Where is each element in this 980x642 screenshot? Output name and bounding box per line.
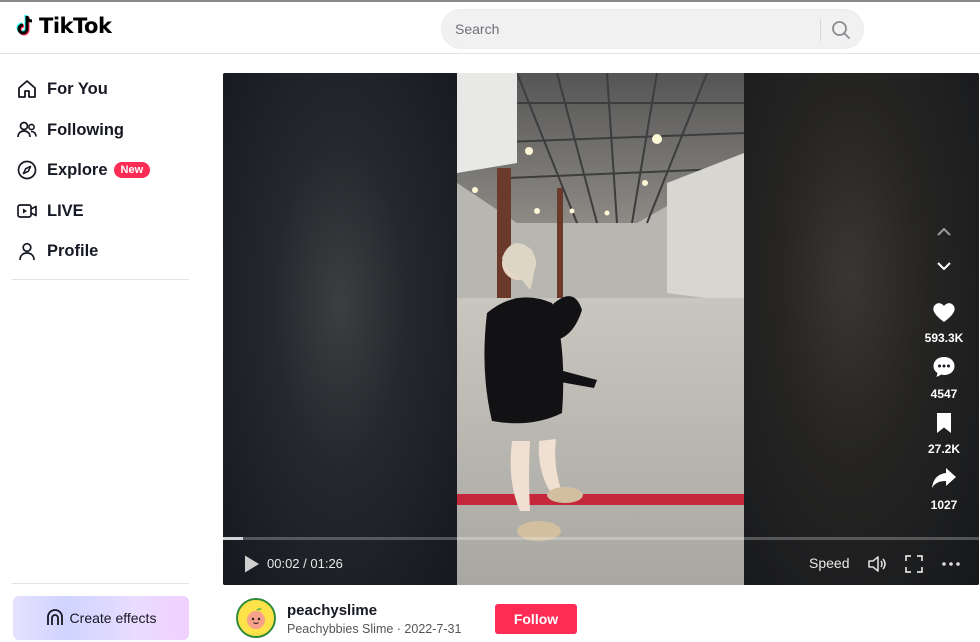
sidebar-divider — [12, 279, 189, 280]
live-icon — [16, 200, 38, 222]
create-effects-label: Create effects — [69, 610, 157, 626]
sidebar-item-label: For You — [47, 79, 108, 98]
more-options-icon[interactable] — [941, 554, 961, 574]
bookmark-icon[interactable] — [934, 411, 954, 435]
sidebar-item-following[interactable]: Following — [16, 116, 124, 144]
sidebar-divider — [12, 583, 189, 584]
sidebar-item-for-you[interactable]: For You — [16, 75, 108, 103]
sidebar: For You Following Explore New LIVE Profi… — [0, 55, 200, 642]
search-icon[interactable] — [830, 19, 852, 41]
top-bar: TikTok — [0, 0, 980, 54]
people-icon — [16, 119, 38, 141]
author-username[interactable]: peachyslime — [287, 602, 377, 619]
comment-count: 4547 — [930, 387, 958, 401]
compass-icon — [16, 159, 38, 181]
comment-icon[interactable] — [931, 354, 957, 380]
speed-button[interactable]: Speed — [809, 555, 849, 571]
author-subtitle: Peachybbies Slime · 2022-7-31 — [287, 622, 462, 636]
video-player[interactable]: 593.3K 4547 27.2K 1027 00:02 / 01:26 Spe… — [223, 73, 979, 585]
search-input[interactable] — [455, 10, 815, 48]
video-blur-backdrop-left — [223, 73, 457, 585]
play-icon[interactable] — [243, 554, 261, 574]
search-divider — [820, 19, 821, 41]
share-count: 1027 — [930, 498, 958, 512]
sidebar-item-label: Explore — [47, 160, 108, 179]
user-icon — [16, 240, 38, 262]
follow-button[interactable]: Follow — [495, 604, 577, 634]
video-progress-fill — [223, 537, 243, 540]
effects-arch-icon — [46, 609, 63, 625]
new-badge: New — [113, 162, 151, 178]
sidebar-item-label: LIVE — [47, 201, 84, 220]
fullscreen-icon[interactable] — [904, 554, 924, 574]
video-controls: 00:02 / 01:26 Speed — [223, 549, 979, 581]
previous-video-icon[interactable] — [933, 223, 955, 241]
tiktok-logo[interactable]: TikTok — [14, 14, 112, 38]
next-video-icon[interactable] — [933, 257, 955, 275]
sidebar-item-label: Following — [47, 120, 124, 139]
sidebar-item-profile[interactable]: Profile — [16, 237, 98, 265]
like-count: 593.3K — [924, 331, 964, 345]
sidebar-item-live[interactable]: LIVE — [16, 197, 84, 225]
sidebar-item-label: Profile — [47, 241, 99, 260]
search-bar — [441, 9, 864, 49]
video-time: 00:02 / 01:26 — [267, 556, 343, 571]
video-frame — [457, 73, 744, 585]
tiktok-note-icon — [16, 15, 33, 36]
bookmark-count: 27.2K — [927, 442, 961, 456]
sidebar-item-explore[interactable]: Explore New — [16, 156, 151, 184]
volume-icon[interactable] — [867, 554, 887, 574]
create-effects-button[interactable]: Create effects — [13, 596, 189, 640]
share-arrow-icon[interactable] — [930, 466, 958, 490]
app-name: TikTok — [39, 14, 112, 38]
author-avatar[interactable] — [236, 598, 276, 638]
like-heart-icon[interactable] — [931, 300, 957, 324]
peach-avatar-icon — [238, 600, 274, 636]
home-icon — [16, 78, 38, 100]
video-progress-bar[interactable] — [223, 537, 979, 540]
